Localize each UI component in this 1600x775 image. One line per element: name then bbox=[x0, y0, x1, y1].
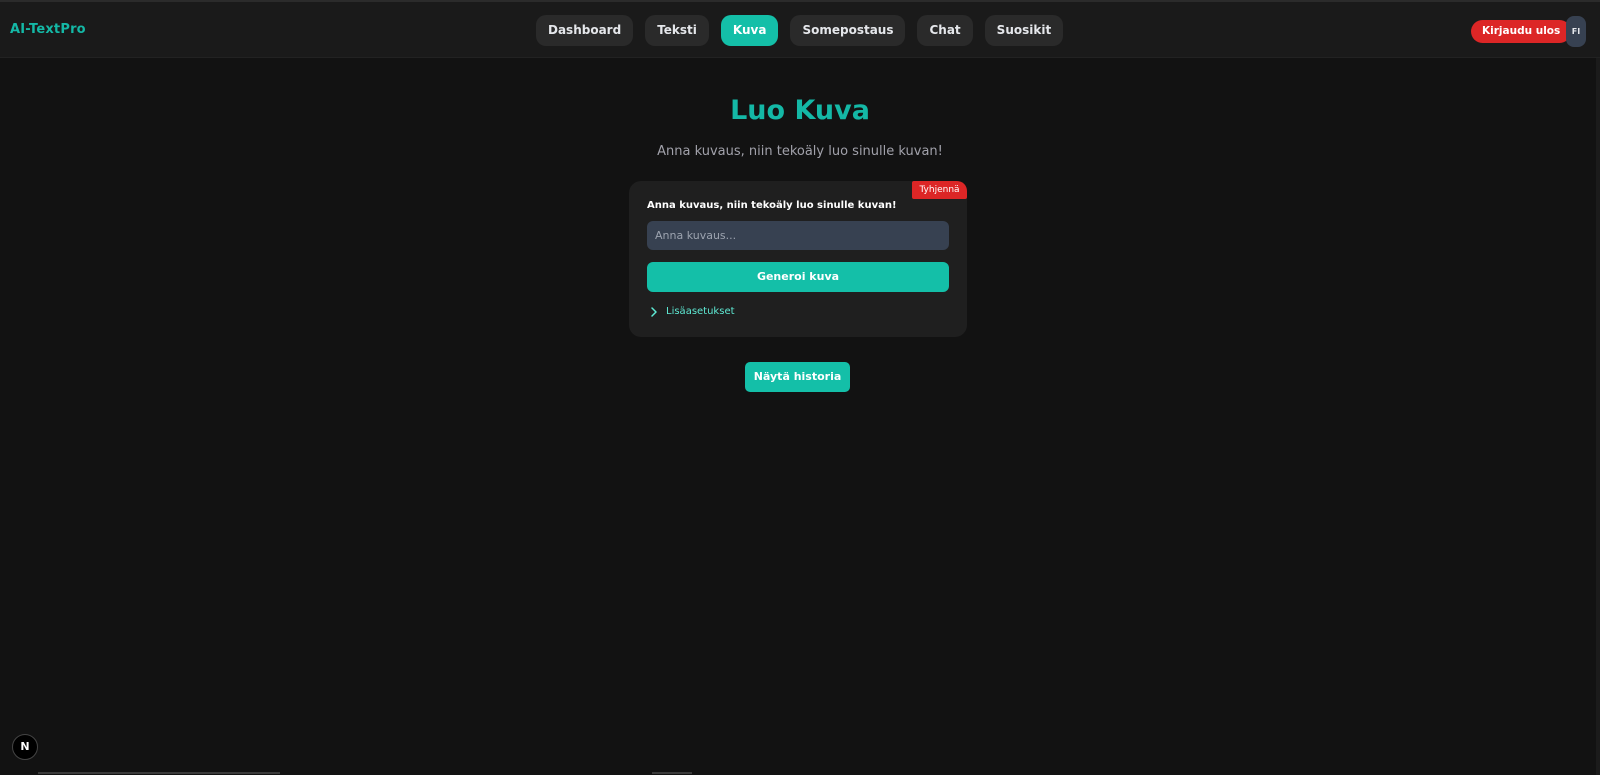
chevron-right-icon bbox=[651, 306, 657, 317]
advanced-settings-toggle[interactable]: Lisäasetukset bbox=[650, 306, 735, 317]
logout-button[interactable]: Kirjaudu ulos bbox=[1471, 20, 1572, 43]
vertical-scrollbar[interactable] bbox=[1596, 58, 1600, 775]
nav-tab-suosikit[interactable]: Suosikit bbox=[984, 15, 1064, 46]
bottom-scrollbar-track bbox=[38, 772, 280, 774]
page-subtitle: Anna kuvaus, niin tekoäly luo sinulle ku… bbox=[657, 144, 943, 159]
nav-tab-kuva[interactable]: Kuva bbox=[720, 15, 779, 46]
language-switcher[interactable]: FI bbox=[1566, 16, 1586, 47]
app-logo[interactable]: AI-TextPro bbox=[10, 22, 86, 37]
nav-tab-somepostaus[interactable]: Somepostaus bbox=[790, 15, 906, 46]
main-nav: Dashboard Teksti Kuva Somepostaus Chat S… bbox=[536, 15, 1064, 46]
prompt-label: Anna kuvaus, niin tekoäly luo sinulle ku… bbox=[647, 200, 897, 211]
nav-tab-chat[interactable]: Chat bbox=[917, 15, 973, 46]
top-navbar: AI-TextPro Dashboard Teksti Kuva Somepos… bbox=[0, 2, 1600, 58]
show-history-button[interactable]: Näytä historia bbox=[745, 362, 850, 392]
prompt-input[interactable] bbox=[647, 221, 949, 250]
generate-image-button[interactable]: Generoi kuva bbox=[647, 262, 949, 292]
page-title: Luo Kuva bbox=[730, 95, 870, 126]
nav-tab-teksti[interactable]: Teksti bbox=[645, 15, 709, 46]
clear-button[interactable]: Tyhjennä bbox=[912, 181, 967, 199]
advanced-settings-label: Lisäasetukset bbox=[666, 306, 735, 317]
nextjs-logo-icon[interactable]: N bbox=[12, 734, 38, 760]
bottom-scrollbar-segment bbox=[652, 772, 692, 774]
nav-tab-dashboard[interactable]: Dashboard bbox=[536, 15, 634, 46]
